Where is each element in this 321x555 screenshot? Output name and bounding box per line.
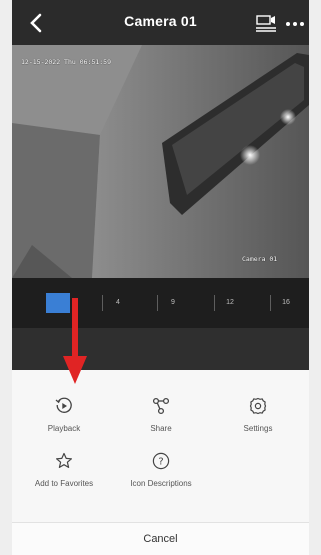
video-timestamp: 12-15-2022 Thu 06:51:59 xyxy=(21,58,112,66)
settings-label: Settings xyxy=(243,424,273,433)
add-to-favorites-button[interactable]: Add to Favorites xyxy=(14,451,114,488)
split-screen-bar: 1 4 9 12 16 xyxy=(12,278,309,328)
top-bar: Camera 01 xyxy=(12,0,309,45)
video-camera-label: Camera 01 xyxy=(242,255,278,263)
share-label: Share xyxy=(150,424,172,433)
svg-text:?: ? xyxy=(158,457,163,468)
playback-icon xyxy=(55,397,72,413)
camera-screen: Camera 01 12-15-2022 Thu 06:51:59 Camera… xyxy=(12,0,309,555)
split-option-4[interactable]: 4 xyxy=(102,293,134,313)
cast-icon[interactable] xyxy=(254,12,278,34)
share-icon xyxy=(152,397,170,415)
action-sheet: Playback Share Settings Add to Favorites… xyxy=(12,370,309,555)
cancel-button[interactable]: Cancel xyxy=(12,522,309,555)
more-icon[interactable] xyxy=(283,12,307,34)
help-icon: ? xyxy=(152,452,170,470)
star-icon xyxy=(56,452,72,468)
video-frame xyxy=(12,45,309,278)
split-option-12[interactable]: 12 xyxy=(214,293,246,313)
settings-button[interactable]: Settings xyxy=(208,396,308,433)
split-option-16[interactable]: 16 xyxy=(270,293,302,313)
camera-video-feed[interactable]: 12-15-2022 Thu 06:51:59 Camera 01 xyxy=(12,45,309,278)
annotation-arrow-icon xyxy=(63,298,87,384)
playback-button[interactable]: Playback xyxy=(14,396,114,433)
back-icon[interactable] xyxy=(24,10,50,36)
split-option-9[interactable]: 9 xyxy=(157,293,189,313)
icon-descriptions-button[interactable]: ? Icon Descriptions xyxy=(111,451,211,488)
page-title: Camera 01 xyxy=(124,13,197,29)
settings-icon xyxy=(249,397,267,415)
playback-label: Playback xyxy=(47,424,81,433)
favorites-label: Add to Favorites xyxy=(34,479,94,488)
share-button[interactable]: Share xyxy=(111,396,211,433)
video-controls-strip xyxy=(12,328,309,370)
icon-descriptions-label: Icon Descriptions xyxy=(130,479,192,488)
